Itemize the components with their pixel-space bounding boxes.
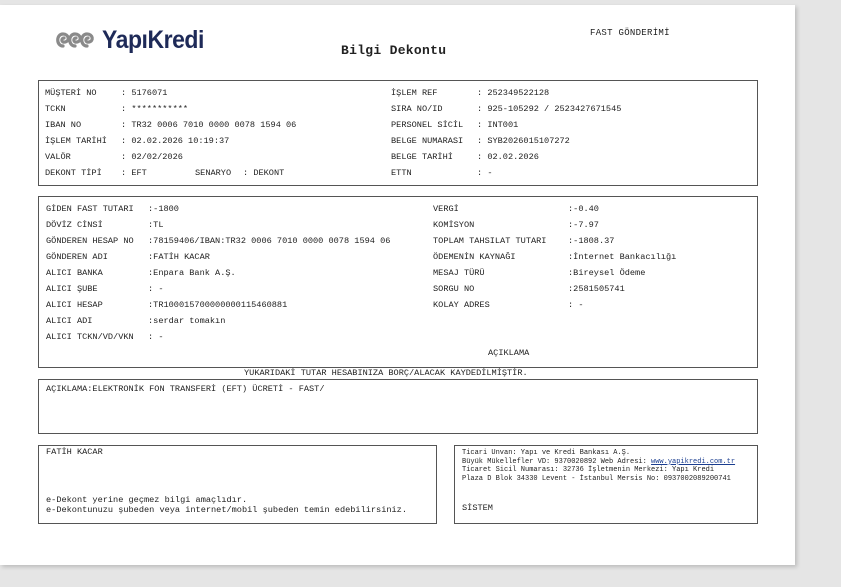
komisyon-row: KOMİSYON:-7.97 — [433, 220, 599, 230]
bank-website-link[interactable]: www.yapikredi.com.tr — [651, 458, 735, 466]
yapikredi-logo: YapıKredi — [54, 26, 213, 54]
kolay-adres-row: KOLAY ADRES: - — [433, 300, 584, 310]
description-box: AÇIKLAMA:ELEKTRONİK FON TRANSFERİ (EFT) … — [38, 379, 758, 434]
footer-left-box: FATİH KACAR e-Dekont yerine geçmez bilgi… — [38, 445, 437, 524]
alici-sube-row: ALICI ŞUBE: - — [46, 284, 164, 294]
bank-title-line: Ticari Unvan: Yapı ve Kredi Bankası A.Ş. — [462, 449, 631, 457]
yapikredi-logo-icon — [56, 32, 94, 48]
ettn-row: ETTN: - — [391, 168, 493, 178]
alici-adi-row: ALICI ADI:serdar tomakın — [46, 316, 226, 326]
iban-row: IBAN NO: TR32 0006 7010 0000 0078 1594 0… — [45, 120, 297, 130]
info-box: MÜŞTERİ NO: 5176071 TCKN: *********** IB… — [38, 80, 758, 186]
gonderen-adi-row: GÖNDEREN ADI:FATİH KACAR — [46, 252, 210, 262]
footer-right-box: Ticari Unvan: Yapı ve Kredi Bankası A.Ş.… — [454, 445, 758, 524]
bank-address-line: Plaza D Blok 34330 Levent - İstanbul Mer… — [462, 474, 731, 483]
odeme-kaynak-row: ÖDEMENİN KAYNAĞI:İnternet Bankacılığı — [433, 252, 677, 262]
info-note-2: e-Dekontunuzu şubeden veya internet/mobi… — [46, 505, 407, 515]
belge-tarihi-row: BELGE TARİHİ: 02.02.2026 — [391, 152, 539, 162]
gonderen-hesap-row: GÖNDEREN HESAP NO:78159406/IBAN:TR32 000… — [46, 236, 391, 246]
vergi-row: VERGİ:-0.40 — [433, 204, 599, 214]
toplam-row: TOPLAM TAHSILAT TUTARI:-1808.37 — [433, 236, 615, 246]
bank-tax-line: Büyük Mükellefler VD: 9370020892 Web Adr… — [462, 457, 736, 466]
mesaj-turu-row: MESAJ TÜRÜ:Bireysel Ödeme — [433, 268, 646, 278]
receipt-page: YapıKredi FAST GÖNDERİMİ Bilgi Dekontu M… — [0, 5, 795, 565]
doviz-row: DÖVİZ CİNSİ:TL — [46, 220, 164, 230]
booking-notice: YUKARIDAKİ TUTAR HESABINIZA BORÇ/ALACAK … — [244, 368, 528, 378]
sira-no-row: SIRA NO/ID: 925-105292 / 2523427671545 — [391, 104, 622, 114]
brand-name: YapıKredi — [102, 25, 204, 54]
alici-hesap-row: ALICI HESAP:TR100015700000000115460881 — [46, 300, 288, 310]
bank-registry-line: Ticaret Sicil Numarası: 32736 İşletmenin… — [462, 466, 715, 474]
tckn-row: TCKN: *********** — [45, 104, 189, 114]
page-title: Bilgi Dekontu — [341, 43, 447, 58]
valor-row: VALÖR: 02/02/2026 — [45, 152, 183, 162]
belge-no-row: BELGE NUMARASI: SYB2026015107272 — [391, 136, 570, 146]
personel-row: PERSONEL SİCİL: INT001 — [391, 120, 519, 130]
customer-name: FATİH KACAR — [46, 447, 103, 457]
alici-banka-row: ALICI BANKA:Enpara Bank A.Ş. — [46, 268, 236, 278]
dekont-tipi-row: DEKONT TİPİ: EFT SENARYO: DEKONT — [45, 168, 285, 178]
musteri-no-row: MÜŞTERİ NO: 5176071 — [45, 88, 168, 98]
islem-ref-row: İŞLEM REF: 252349522128 — [391, 88, 550, 98]
sistem-label: SİSTEM — [462, 503, 493, 513]
description-text: AÇIKLAMA:ELEKTRONİK FON TRANSFERİ (EFT) … — [46, 384, 325, 394]
alici-tckn-row: ALICI TCKN/VD/VKN: - — [46, 332, 164, 342]
islem-tarihi-row: İŞLEM TARİHİ: 02.02.2026 10:19:37 — [45, 136, 230, 146]
giden-row: GİDEN FAST TUTARI:-1800 — [46, 204, 179, 214]
transfer-box: GİDEN FAST TUTARI:-1800 DÖVİZ CİNSİ:TL G… — [38, 196, 758, 368]
fast-label: FAST GÖNDERİMİ — [590, 28, 670, 38]
sorgu-no-row: SORGU NO:2581505741 — [433, 284, 625, 294]
aciklama-heading: AÇIKLAMA — [488, 348, 530, 358]
